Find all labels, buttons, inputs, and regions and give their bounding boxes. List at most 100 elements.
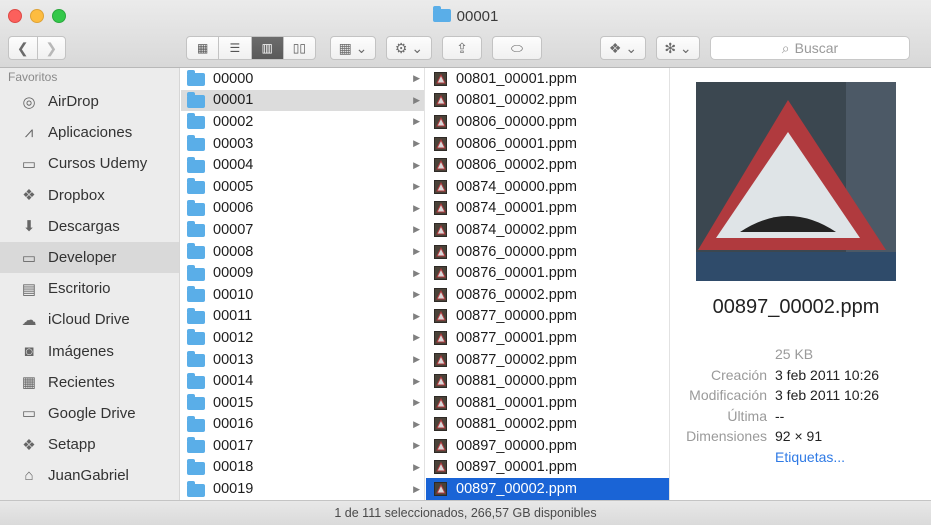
folder-row[interactable]: 00007 ▶ [181,219,424,241]
file-row[interactable]: 00801_00002.ppm [426,90,669,112]
group-button[interactable]: ▦ ⌄ [330,36,376,60]
folder-row[interactable]: 00009 ▶ [181,262,424,284]
disclosure-arrow-icon: ▶ [413,440,420,451]
folder-row[interactable]: 00003 ▶ [181,133,424,155]
file-row[interactable]: 00801_00001.ppm [426,68,669,90]
file-row[interactable]: 00876_00000.ppm [426,241,669,263]
image-thumbnail-icon [434,374,447,389]
file-row[interactable]: 00881_00001.ppm [426,392,669,414]
sidebar-item-label: Cursos Udemy [48,155,148,173]
gallery-view-button[interactable]: ▯▯ [282,37,315,59]
file-row[interactable]: 00897_00001.ppm [426,457,669,479]
folder-row[interactable]: 00018 ▶ [181,457,424,479]
folder-row[interactable]: 00016 ▶ [181,414,424,436]
file-row[interactable]: 00877_00001.ppm [426,327,669,349]
action-button[interactable]: ⚙ ⌄ [386,36,432,60]
folder-row[interactable]: 00004 ▶ [181,154,424,176]
column-folders[interactable]: 00000 ▶ 00001 ▶ 00002 ▶ 00003 ▶ 00004 ▶ 00005 ▶ 0000… [181,68,425,500]
forward-button[interactable]: ❯ [36,37,66,59]
file-row[interactable]: 00806_00001.ppm [426,133,669,155]
folder-row[interactable]: 00001 ▶ [181,89,424,112]
sidebar-item-juangabriel[interactable]: ⌂ JuanGabriel [0,460,179,491]
created-value: 3 feb 2011 10:26 [775,366,880,383]
tags-button[interactable]: ⬭ [492,36,542,60]
folder-name: 00001 [213,92,254,109]
sidebar-item-google-drive[interactable]: ▭ Google Drive [0,398,179,429]
folder-row[interactable]: 00013 ▶ [181,349,424,371]
file-row[interactable]: 00806_00002.ppm [426,154,669,176]
column-files[interactable]: 00801_00001.ppm 00801_00002.ppm 00806_0000… [426,68,670,500]
file-row[interactable]: 00874_00000.ppm [426,176,669,198]
file-row[interactable]: 00877_00002.ppm [426,349,669,371]
image-thumbnail-icon [434,266,447,281]
folder-row[interactable]: 00000 ▶ [181,68,424,90]
folder-icon [187,178,205,195]
folder-row[interactable]: 00019 ▶ [181,478,424,500]
setapp-button[interactable]: ✻ ⌄ [656,36,700,60]
file-row[interactable]: 00881_00000.ppm [426,370,669,392]
folder-name: 00017 [213,437,254,454]
tags-link[interactable]: Etiquetas... [775,449,845,470]
sidebar-item-cursos-udemy[interactable]: ▭ Cursos Udemy [0,148,179,179]
folder-icon [187,70,205,87]
folder-row[interactable]: 00015 ▶ [181,392,424,414]
folder-row[interactable]: 00017 ▶ [181,435,424,457]
file-row[interactable]: 00877_00000.ppm [426,306,669,328]
sidebar-item-setapp[interactable]: ❖ Setapp [0,429,179,460]
column-view-button[interactable]: ▥ [250,37,283,59]
folder-row[interactable]: 00012 ▶ [181,327,424,349]
folder-name: 00005 [213,178,254,195]
sidebar-item-developer[interactable]: ▭ Developer [0,241,179,274]
sidebar-item-label: iCloud Drive [48,311,130,329]
sidebar-item-escritorio[interactable]: ▤ Escritorio [0,273,179,304]
file-name: 00876_00000.ppm [456,243,577,260]
sidebar-item-icloud-drive[interactable]: ☁ iCloud Drive [0,304,179,335]
folder-icon [187,156,205,173]
icon-view-button[interactable]: ▦ [187,37,218,59]
file-row[interactable]: 00876_00002.ppm [426,284,669,306]
folder-row[interactable]: 00006 ▶ [181,198,424,220]
back-button[interactable]: ❮ [9,37,37,59]
file-row[interactable]: 00881_00002.ppm [426,414,669,436]
search-field[interactable]: ⌕ Buscar [710,36,910,60]
folder-row[interactable]: 00011 ▶ [181,306,424,328]
file-row[interactable]: 00806_00000.ppm [426,111,669,133]
chevron-right-icon: ❯ [45,39,58,56]
folder-name: 00013 [213,351,254,368]
file-row[interactable]: 00897_00002.ppm [426,478,669,500]
sidebar-item-airdrop[interactable]: ◎ AirDrop [0,86,179,117]
sidebar-item-dropbox[interactable]: ❖ Dropbox [0,180,179,211]
search-icon: ⌕ [781,39,790,56]
dimensions-value: 92 × 91 [775,428,823,444]
dropbox-button[interactable]: ❖ ⌄ [600,36,646,60]
file-name: 00806_00001.ppm [456,135,577,152]
folder-row[interactable]: 00014 ▶ [181,370,424,392]
file-name: 00874_00001.ppm [456,200,577,217]
folder-row[interactable]: 00008 ▶ [181,241,424,263]
folder-row[interactable]: 00010 ▶ [181,284,424,306]
disclosure-arrow-icon: ▶ [413,461,420,472]
list-view-button[interactable]: ☰ [218,37,250,59]
file-name: 00874_00000.ppm [456,178,577,195]
file-row[interactable]: 00874_00002.ppm [426,219,669,241]
sidebar-item-descargas[interactable]: ⬇ Descargas [0,211,179,242]
window-title: 00001 [0,6,931,25]
file-row[interactable]: 00897_00000.ppm [426,435,669,457]
sidebar-item-recientes[interactable]: ▦ Recientes [0,367,179,398]
folder-row[interactable]: 00002 ▶ [181,111,424,133]
setapp-icon: ✻ ⌄ [664,39,692,56]
sidebar-item-aplicaciones[interactable]: ⩘ Aplicaciones [0,117,179,148]
folder-row[interactable]: 00005 ▶ [181,176,424,198]
folder-icon [187,372,205,389]
folder-icon [187,351,205,368]
sidebar-list: ◎ AirDrop ⩘ Aplicaciones ▭ Cursos Udemy ❖ Dropb… [0,86,179,491]
folder-name: 00014 [213,373,254,390]
list-icon: ☰ [229,41,241,55]
file-row[interactable]: 00874_00001.ppm [426,198,669,220]
file-row[interactable]: 00876_00001.ppm [426,262,669,284]
file-name: 00801_00001.ppm [456,70,577,87]
sidebar-item-imágenes[interactable]: ◙ Imágenes [0,336,179,367]
last-opened-value: -- [775,407,785,424]
image-thumbnail-icon [434,222,447,237]
share-button[interactable]: ⇪ [442,36,482,60]
